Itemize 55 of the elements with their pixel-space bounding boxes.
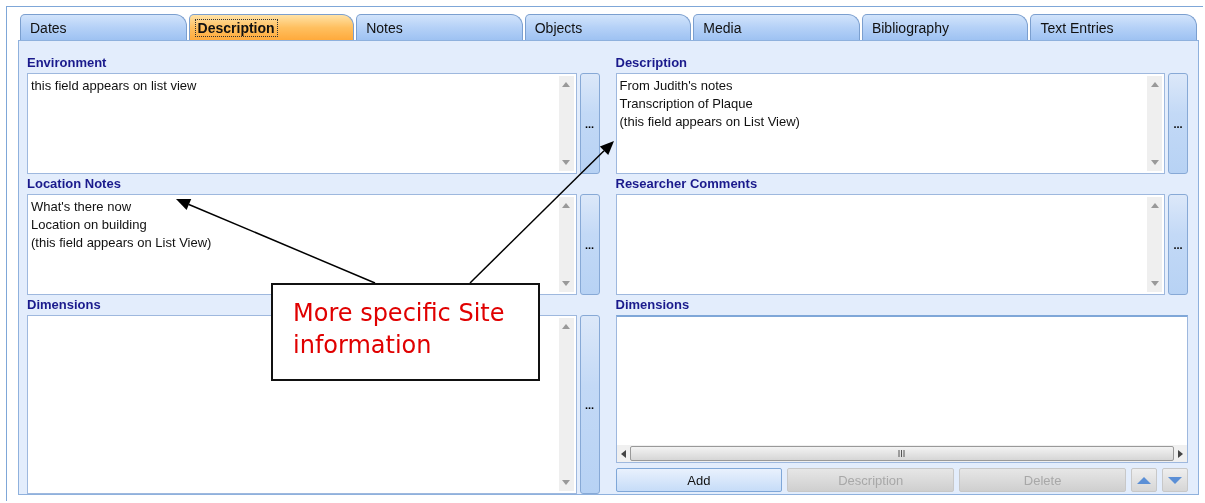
scroll-down-icon[interactable] bbox=[562, 480, 570, 485]
tab[interactable]: Objects bbox=[524, 14, 692, 40]
grip-icon bbox=[898, 450, 906, 457]
scroll-down-icon[interactable] bbox=[562, 281, 570, 286]
move-up-button[interactable] bbox=[1131, 468, 1157, 492]
tab[interactable]: Text Entries bbox=[1030, 14, 1198, 40]
scroll-up-icon[interactable] bbox=[1150, 203, 1159, 208]
tab[interactable]: Notes bbox=[356, 14, 523, 40]
move-down-button[interactable] bbox=[1162, 468, 1188, 492]
scroll-up-icon[interactable] bbox=[562, 203, 570, 208]
scroll-thumb[interactable] bbox=[629, 446, 1174, 461]
horizontal-scrollbar[interactable] bbox=[616, 445, 1187, 462]
tab[interactable]: Description bbox=[188, 14, 355, 40]
field-label: Researcher Comments bbox=[615, 175, 758, 193]
scroll-down-icon[interactable] bbox=[1150, 281, 1159, 286]
field-label: Environment bbox=[27, 54, 107, 72]
text-area[interactable] bbox=[615, 194, 1165, 295]
text-line: (this field appears on List View) bbox=[619, 113, 801, 131]
action-button[interactable]: Add bbox=[615, 468, 783, 492]
scroll-up-icon[interactable] bbox=[1150, 82, 1159, 87]
ellipsis-button[interactable]: ... bbox=[1168, 194, 1188, 295]
tab[interactable]: Bibliography bbox=[861, 14, 1029, 40]
field-label: Dimensions bbox=[27, 296, 101, 314]
scroll-left-icon[interactable] bbox=[620, 449, 626, 458]
text-line: Transcription of Plaque bbox=[619, 95, 754, 113]
text-line: What's there now bbox=[31, 198, 133, 216]
vertical-scrollbar[interactable] bbox=[1147, 76, 1162, 171]
vertical-scrollbar[interactable] bbox=[1147, 197, 1162, 292]
field-label: Location Notes bbox=[27, 175, 121, 193]
field-label: Dimensions bbox=[615, 296, 690, 314]
vertical-scrollbar[interactable] bbox=[558, 318, 574, 491]
text-line: Location on building bbox=[31, 216, 148, 234]
triangle-down-icon bbox=[1168, 476, 1182, 484]
vertical-scrollbar[interactable] bbox=[558, 197, 574, 292]
text-line: From Judith's notes bbox=[619, 77, 734, 95]
text-area[interactable]: What's there now Location on building (this field appears on List View) bbox=[27, 194, 577, 295]
field-label: Description bbox=[615, 54, 687, 72]
tab[interactable]: Dates bbox=[20, 14, 187, 40]
text-line: this field appears on list view bbox=[31, 77, 198, 95]
scroll-up-icon[interactable] bbox=[562, 324, 570, 329]
text-area[interactable]: this field appears on list view bbox=[27, 73, 577, 174]
tab[interactable]: Media bbox=[693, 14, 860, 40]
scroll-right-icon[interactable] bbox=[1178, 449, 1183, 458]
ellipsis-button[interactable]: ... bbox=[579, 194, 600, 295]
scroll-down-icon[interactable] bbox=[562, 160, 570, 165]
ellipsis-button[interactable]: ... bbox=[579, 73, 600, 174]
ellipsis-button[interactable]: ... bbox=[579, 315, 600, 494]
triangle-up-icon bbox=[1137, 476, 1151, 484]
ellipsis-button[interactable]: ... bbox=[1168, 73, 1188, 174]
vertical-scrollbar[interactable] bbox=[558, 76, 574, 171]
callout-text: More specific Site information bbox=[293, 298, 506, 361]
text-line: (this field appears on List View) bbox=[31, 234, 213, 252]
scroll-down-icon[interactable] bbox=[1150, 160, 1159, 165]
text-area[interactable]: From Judith's notes Transcription of Plaque (this field appears on List View) bbox=[615, 73, 1165, 174]
scroll-up-icon[interactable] bbox=[562, 82, 570, 87]
